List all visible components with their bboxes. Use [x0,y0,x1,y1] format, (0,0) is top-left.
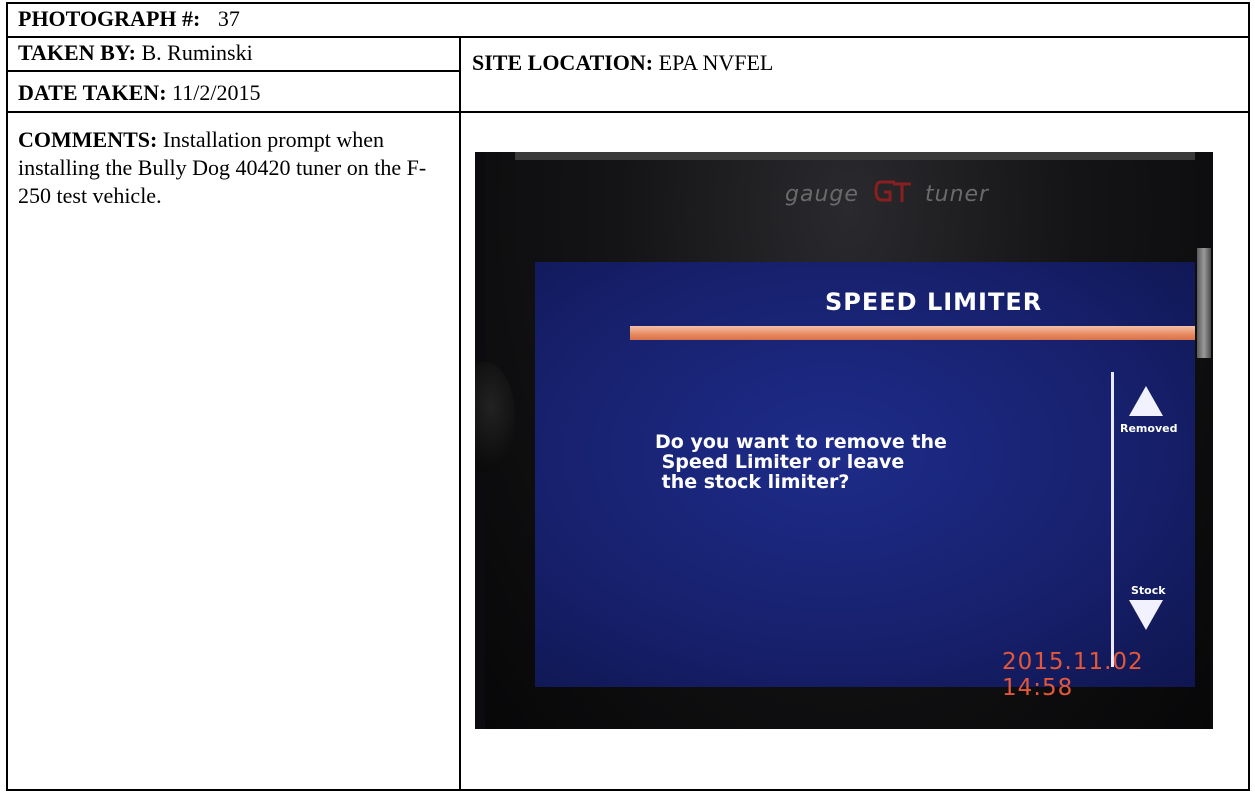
screen-title: SPEED LIMITER [825,288,1043,316]
screen-title-bar [630,326,1195,340]
table-row-divider-3 [6,111,1250,113]
comments-block: COMMENTS: Installation prompt when insta… [18,126,448,210]
date-taken-row: DATE TAKEN: 11/2/2015 [18,80,260,106]
down-arrow-icon [1129,600,1163,630]
table-row-divider-1 [6,36,1250,38]
gt-logo-icon [874,180,911,202]
table-border-bottom [6,789,1250,791]
taken-by-label: TAKEN BY: [18,40,136,65]
taken-by-row: TAKEN BY: B. Ruminski [18,40,253,66]
table-row-divider-2 [6,70,460,72]
site-location-row: SITE LOCATION: EPA NVFEL [472,50,773,76]
site-location-label: SITE LOCATION: [472,50,654,75]
photograph-number-row: PHOTOGRAPH #: 37 [18,6,240,32]
tuner-screen: SPEED LIMITER Do you want to remove the … [535,262,1195,687]
device-side-edge [1197,248,1211,358]
table-column-divider [459,36,461,791]
table-border-top [6,2,1250,4]
up-arrow-icon [1129,386,1163,416]
brand-text-tuner: tuner [925,182,990,207]
screen-question: Do you want to remove the Speed Limiter … [655,431,947,493]
removed-option-label: Removed [1120,422,1178,435]
table-border-left [6,2,8,791]
comments-label: COMMENTS: [18,127,158,152]
site-location-value: EPA NVFEL [658,50,774,75]
taken-by-value: B. Ruminski [141,40,253,65]
device-top-edge [515,152,1195,160]
photo-timestamp: 2015.11.02 14:58 [1002,649,1144,701]
stock-option-label: Stock [1131,584,1166,597]
brand-text-gauge: gauge [785,182,859,207]
device-knob [475,362,515,472]
date-taken-label: DATE TAKEN: [18,80,167,105]
photograph-label: PHOTOGRAPH #: [18,6,201,31]
photograph-number: 37 [217,6,240,31]
table-border-right [1248,2,1250,791]
device-bezel: gauge tuner SPEED LIMITER Do you want to… [475,152,1211,729]
screen-divider [1111,372,1114,667]
date-taken-value: 11/2/2015 [172,80,261,105]
tuner-photograph: gauge tuner SPEED LIMITER Do you want to… [475,152,1213,729]
